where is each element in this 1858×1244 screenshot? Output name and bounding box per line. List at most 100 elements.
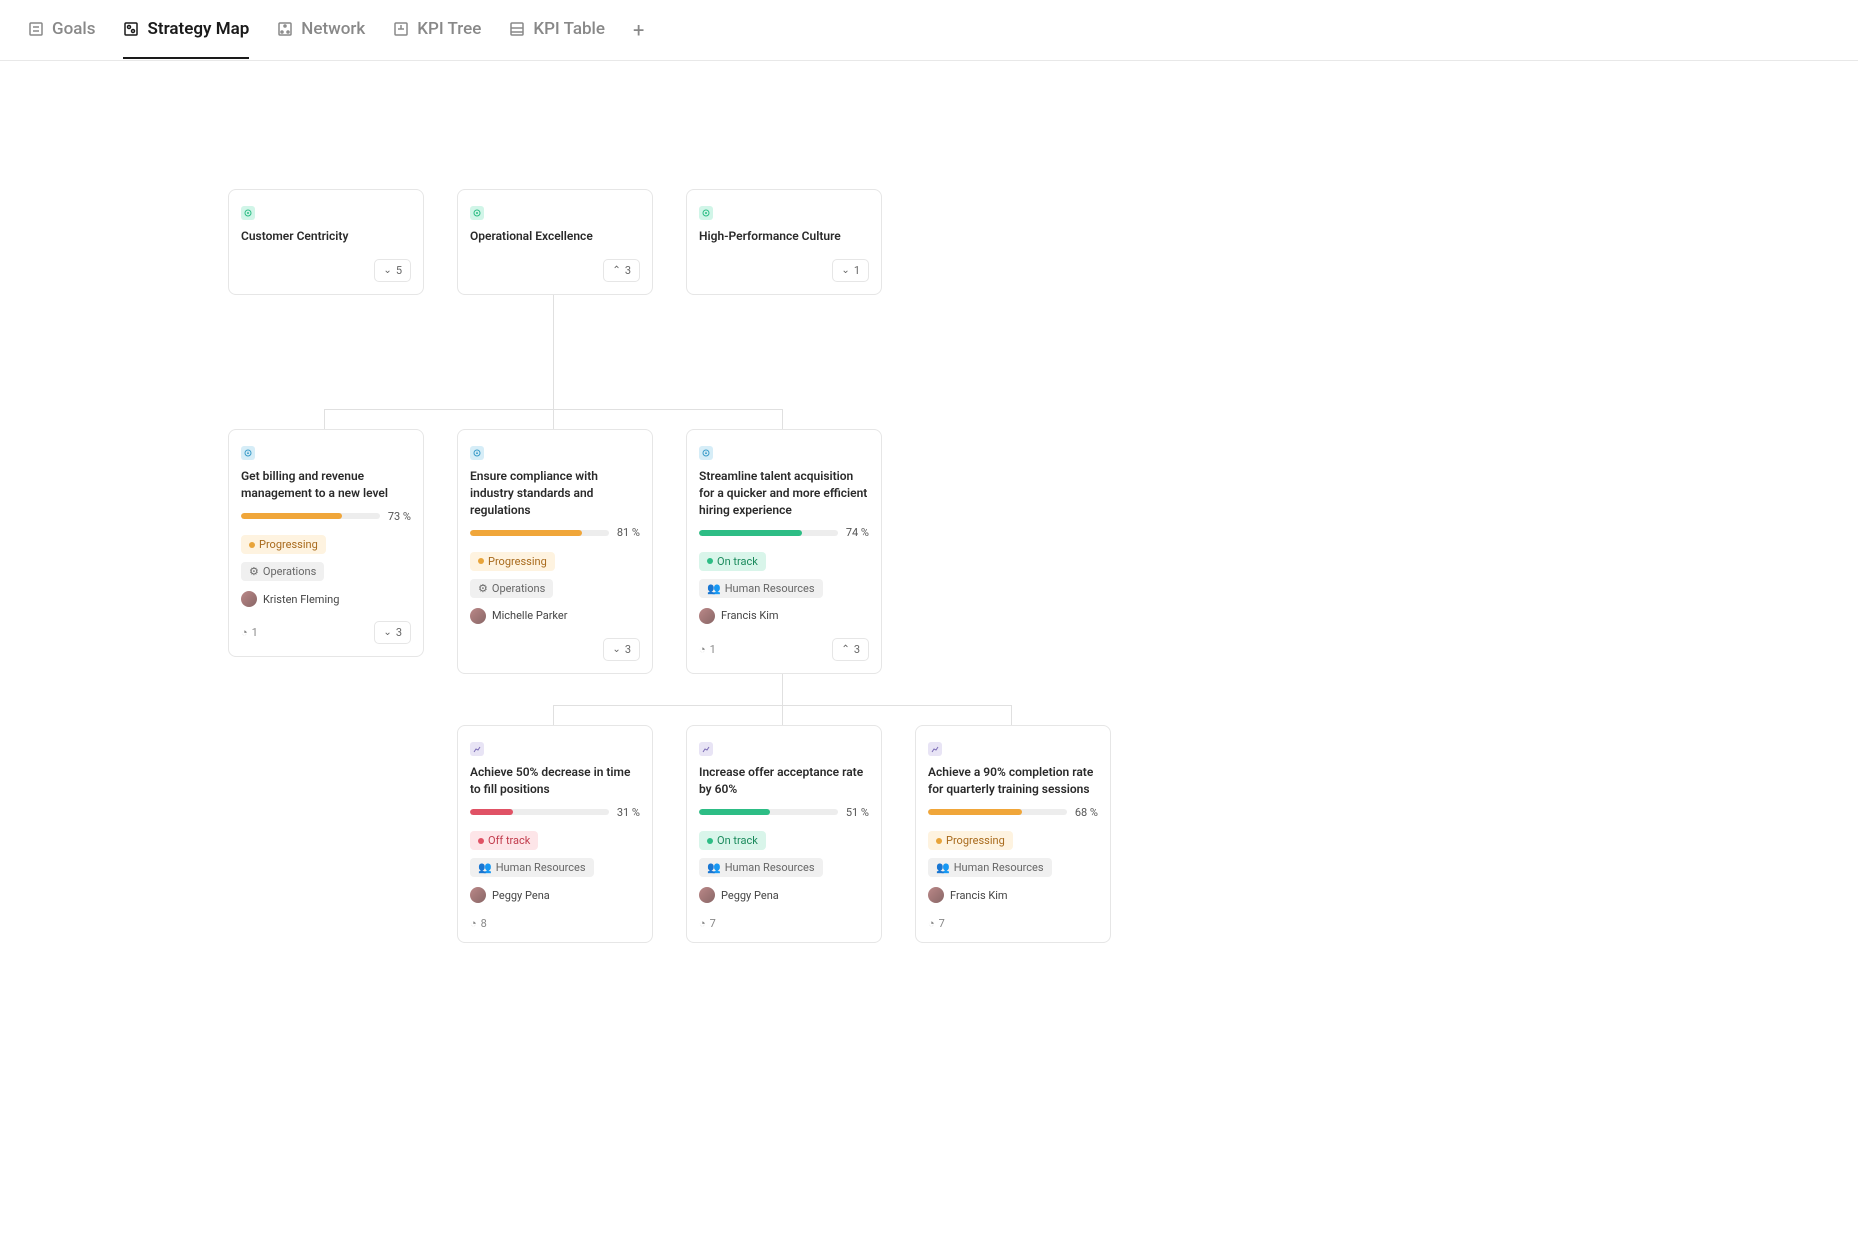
avatar xyxy=(699,608,715,624)
card-title: Get billing and revenue management to a … xyxy=(241,468,411,502)
progress-percent: 51 % xyxy=(846,806,869,819)
table-icon xyxy=(509,21,525,37)
chevron-down-icon: ⌄ xyxy=(383,265,391,276)
tabs-bar: Goals Strategy Map Network KPI Tree KPI … xyxy=(0,0,1858,61)
owner-row: Peggy Pena xyxy=(470,887,640,903)
progress-bar xyxy=(699,530,838,536)
clock-icon: ◔ xyxy=(470,917,477,930)
tab-label: Network xyxy=(301,19,365,39)
target-icon xyxy=(470,206,484,220)
card-title: Achieve a 90% completion rate for quarte… xyxy=(928,764,1098,798)
owner-name: Michelle Parker xyxy=(492,609,567,622)
connector xyxy=(782,705,783,725)
time-indicator: ◔7 xyxy=(699,917,716,930)
kpi-card-training-completion[interactable]: Achieve a 90% completion rate for quarte… xyxy=(915,725,1111,943)
card-title: Operational Excellence xyxy=(470,228,640,245)
progress-percent: 31 % xyxy=(617,806,640,819)
connector xyxy=(324,409,325,429)
target-icon xyxy=(699,206,713,220)
map-icon xyxy=(123,21,139,37)
status-badge: Off track xyxy=(470,831,538,850)
tab-goals[interactable]: Goals xyxy=(28,19,95,59)
progress-row: 51 % xyxy=(699,806,869,819)
dept-badge: 👥Human Resources xyxy=(699,579,823,598)
tab-label: Goals xyxy=(52,19,95,39)
tab-kpi-tree[interactable]: KPI Tree xyxy=(393,19,481,59)
avatar xyxy=(699,887,715,903)
collapse-button[interactable]: ⌃3 xyxy=(603,259,640,282)
objective-card-compliance[interactable]: Ensure compliance with industry standard… xyxy=(457,429,653,674)
pillar-card-high-performance[interactable]: High-Performance Culture ⌄1 xyxy=(686,189,882,295)
tab-kpi-table[interactable]: KPI Table xyxy=(509,19,605,59)
progress-bar xyxy=(699,809,838,815)
expand-button[interactable]: ⌄1 xyxy=(832,259,869,282)
clock-icon: ◔ xyxy=(699,643,706,656)
progress-bar xyxy=(470,530,609,536)
pillar-card-customer-centricity[interactable]: Customer Centricity ⌄5 xyxy=(228,189,424,295)
owner-name: Francis Kim xyxy=(721,609,779,622)
progress-bar xyxy=(928,809,1067,815)
objective-card-talent[interactable]: Streamline talent acquisition for a quic… xyxy=(686,429,882,674)
pillar-card-operational-excellence[interactable]: Operational Excellence ⌃3 xyxy=(457,189,653,295)
progress-percent: 74 % xyxy=(846,526,869,539)
progress-row: 31 % xyxy=(470,806,640,819)
owner-name: Kristen Fleming xyxy=(263,593,339,606)
chevron-down-icon: ⌄ xyxy=(612,644,620,655)
owner-name: Francis Kim xyxy=(950,889,1008,902)
strategy-canvas: Customer Centricity ⌄5 Operational Excel… xyxy=(0,61,1858,1161)
expand-button[interactable]: ⌄5 xyxy=(374,259,411,282)
chart-icon xyxy=(928,742,942,756)
dept-badge: 👥Human Resources xyxy=(928,858,1052,877)
kpi-card-acceptance-rate[interactable]: Increase offer acceptance rate by 60% 51… xyxy=(686,725,882,943)
status-badge: Progressing xyxy=(241,535,326,554)
dept-badge: ⚙Operations xyxy=(241,562,324,581)
chevron-up-icon: ⌃ xyxy=(612,265,620,276)
connector xyxy=(782,409,783,429)
time-indicator: ◔1 xyxy=(241,626,258,639)
progress-bar xyxy=(241,513,380,519)
gear-icon: ⚙ xyxy=(249,565,259,578)
target-icon xyxy=(241,206,255,220)
avatar xyxy=(470,887,486,903)
time-indicator: ◔8 xyxy=(470,917,487,930)
status-badge: On track xyxy=(699,831,766,850)
tab-strategy-map[interactable]: Strategy Map xyxy=(123,19,249,59)
tab-network[interactable]: Network xyxy=(277,19,365,59)
tree-icon xyxy=(393,21,409,37)
dept-badge: 👥Human Resources xyxy=(470,858,594,877)
status-badge: On track xyxy=(699,552,766,571)
chart-icon xyxy=(470,742,484,756)
clock-icon: ◔ xyxy=(699,917,706,930)
chevron-up-icon: ⌃ xyxy=(841,644,849,655)
tab-label: KPI Tree xyxy=(417,19,481,39)
owner-row: Francis Kim xyxy=(699,608,869,624)
avatar xyxy=(241,591,257,607)
connector xyxy=(553,287,554,409)
tab-label: KPI Table xyxy=(533,19,605,39)
status-badge: Progressing xyxy=(928,831,1013,850)
expand-button[interactable]: ⌄3 xyxy=(603,638,640,661)
chevron-down-icon: ⌄ xyxy=(841,265,849,276)
clock-icon: ◔ xyxy=(241,626,248,639)
owner-name: Peggy Pena xyxy=(721,889,779,902)
progress-bar xyxy=(470,809,609,815)
people-icon: 👥 xyxy=(707,861,721,874)
people-icon: 👥 xyxy=(707,582,721,595)
progress-row: 81 % xyxy=(470,526,640,539)
dept-badge: 👥Human Resources xyxy=(699,858,823,877)
card-title: Increase offer acceptance rate by 60% xyxy=(699,764,869,798)
avatar xyxy=(470,608,486,624)
card-title: Streamline talent acquisition for a quic… xyxy=(699,468,869,518)
time-indicator: ◔7 xyxy=(928,917,945,930)
gear-icon: ⚙ xyxy=(478,582,488,595)
kpi-card-time-to-fill[interactable]: Achieve 50% decrease in time to fill pos… xyxy=(457,725,653,943)
compass-icon xyxy=(699,446,713,460)
collapse-button[interactable]: ⌃3 xyxy=(832,638,869,661)
connector xyxy=(553,705,554,725)
objective-card-billing[interactable]: Get billing and revenue management to a … xyxy=(228,429,424,657)
dept-badge: ⚙Operations xyxy=(470,579,553,598)
add-tab-button[interactable]: + xyxy=(633,18,644,60)
expand-button[interactable]: ⌄3 xyxy=(374,621,411,644)
people-icon: 👥 xyxy=(478,861,492,874)
chevron-down-icon: ⌄ xyxy=(383,627,391,638)
